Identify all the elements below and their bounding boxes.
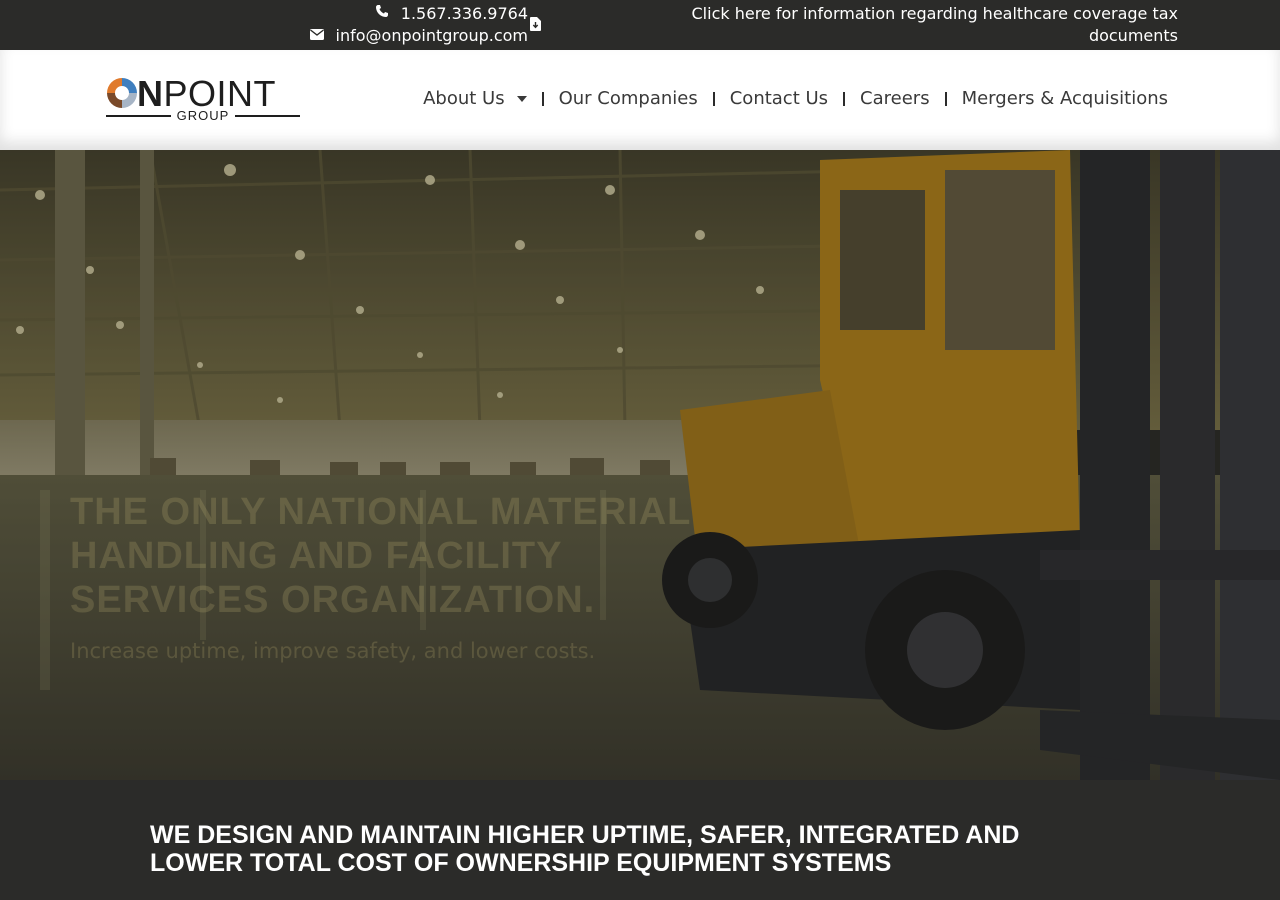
nav-our-companies[interactable]: Our Companies <box>559 88 698 109</box>
mission-section: We design and maintain higher uptime, sa… <box>0 780 1280 900</box>
top-bar: 1.567.336.9764 info@onpointgroup.com Cli… <box>0 0 1280 50</box>
nav-divider <box>843 91 846 106</box>
nav-divider <box>541 91 544 106</box>
site-header: NPOINT GROUP About Us Our Companies Cont… <box>0 50 1280 150</box>
envelope-icon <box>308 25 326 47</box>
nav-about-us[interactable]: About Us <box>423 88 527 109</box>
nav-divider <box>944 91 947 106</box>
hero-subtitle: Increase uptime, improve safety, and low… <box>70 639 596 663</box>
chevron-down-icon[interactable] <box>516 95 527 102</box>
hero-banner: The only national material handling and … <box>0 150 1280 780</box>
hero-text: The only national material handling and … <box>70 490 770 664</box>
email-address[interactable]: info@onpointgroup.com <box>336 25 528 47</box>
phone-icon <box>373 3 391 25</box>
onpoint-logo[interactable]: NPOINT GROUP <box>106 73 301 125</box>
nav-about-us-label[interactable]: About Us <box>423 88 505 109</box>
logo-group-line: GROUP <box>106 108 301 123</box>
nav-divider <box>712 91 715 106</box>
contact-info: 1.567.336.9764 info@onpointgroup.com <box>308 3 528 47</box>
phone-link[interactable]: 1.567.336.9764 <box>308 3 528 25</box>
logo-rule-right <box>235 115 301 117</box>
logo-rule-left <box>106 115 171 117</box>
mission-heading: We design and maintain higher uptime, sa… <box>150 821 1020 877</box>
logo-group-text: GROUP <box>176 108 230 123</box>
nav-mergers-acquisitions[interactable]: Mergers & Acquisitions <box>962 88 1168 109</box>
nav-contact-us[interactable]: Contact Us <box>730 88 828 109</box>
logo-letter-n: N <box>137 73 164 114</box>
main-nav: About Us Our Companies Contact Us Career… <box>423 88 1168 109</box>
file-download-icon[interactable] <box>530 17 541 31</box>
hero-title: The only national material handling and … <box>70 491 691 621</box>
healthcare-notice-link[interactable]: Click here for information regarding hea… <box>618 3 1179 47</box>
phone-number[interactable]: 1.567.336.9764 <box>401 3 528 25</box>
warehouse-forklift-image <box>0 150 1280 780</box>
email-link[interactable]: info@onpointgroup.com <box>308 25 528 47</box>
nav-careers[interactable]: Careers <box>860 88 930 109</box>
